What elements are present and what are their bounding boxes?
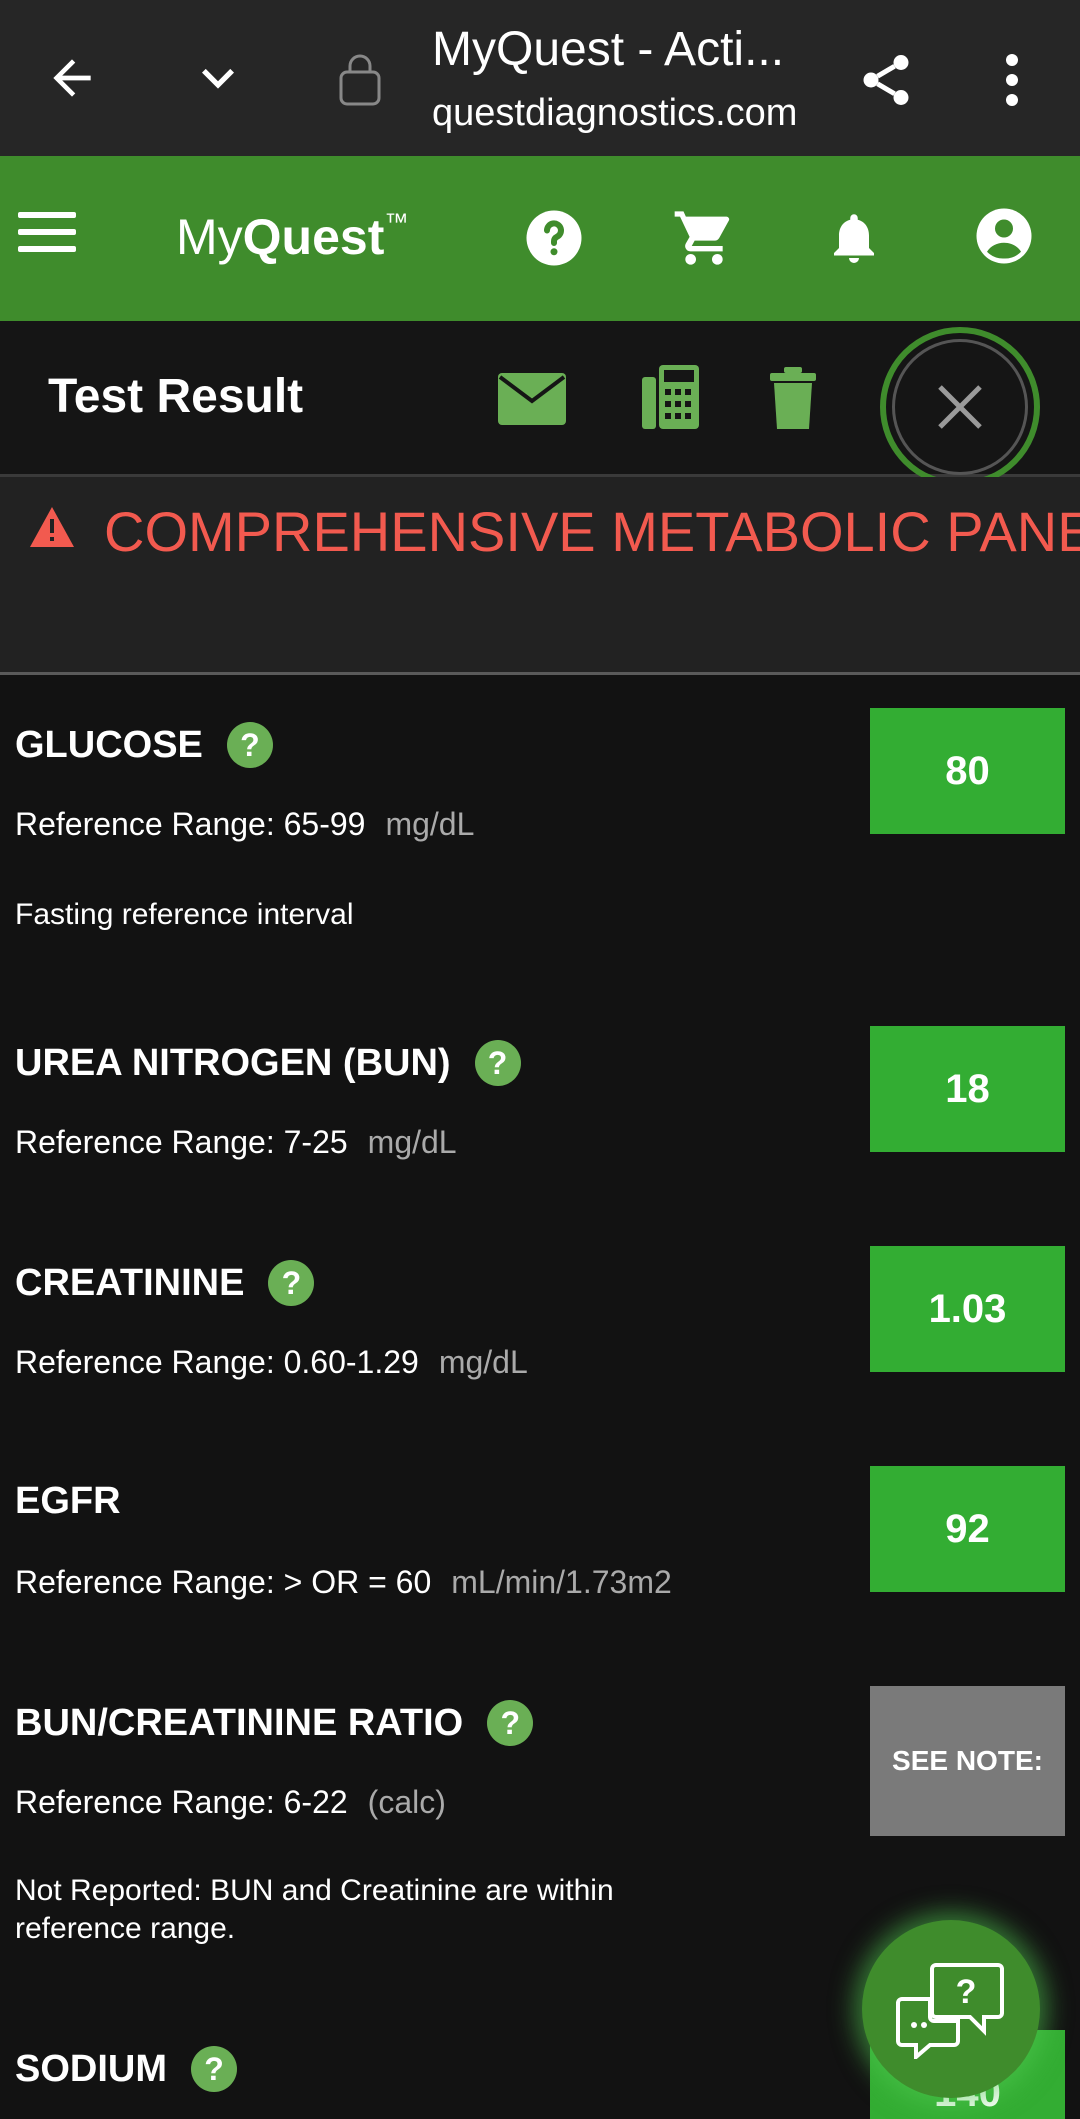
- close-button[interactable]: [880, 327, 1040, 487]
- test-name-text: CREATININE: [15, 1261, 245, 1304]
- reference-range: Reference Range: > OR = 60 mL/min/1.73m2: [15, 1564, 672, 1601]
- unit: mL/min/1.73m2: [451, 1564, 672, 1600]
- test-name-text: EGFR: [15, 1480, 121, 1522]
- test-name: CREATININE ?: [15, 1260, 315, 1306]
- trash-icon[interactable]: [770, 367, 816, 431]
- unit: (calc): [367, 1784, 446, 1820]
- test-name-text: GLUCOSE: [15, 723, 203, 766]
- result-note: Fasting reference interval: [15, 898, 354, 931]
- help-icon[interactable]: ?: [191, 2046, 237, 2092]
- reference-range: Reference Range: 65-99 mg/dL: [15, 806, 474, 843]
- account-icon[interactable]: [974, 206, 1034, 266]
- test-name: SODIUM ?: [15, 2046, 237, 2092]
- logo-trademark: ™: [384, 209, 409, 237]
- result-row-glucose: GLUCOSE ? Reference Range: 65-99 mg/dL Fa…: [0, 678, 1080, 978]
- back-arrow-icon[interactable]: [30, 30, 114, 126]
- svg-text:?: ?: [956, 1973, 977, 2011]
- warning-icon: [28, 505, 76, 554]
- browser-tab-title: MyQuest - Acti...: [432, 23, 785, 76]
- logo-my: My: [176, 209, 243, 265]
- test-name-text: UREA NITROGEN (BUN): [15, 1041, 451, 1084]
- unit: mg/dL: [367, 1124, 457, 1160]
- reference-range-text: Reference Range: 65-99: [15, 806, 366, 842]
- result-value: 1.03: [870, 1246, 1065, 1372]
- help-icon[interactable]: [524, 208, 584, 268]
- myquest-logo[interactable]: MyQuest™: [176, 208, 408, 266]
- help-icon[interactable]: ?: [474, 1040, 521, 1086]
- result-row-creatinine: CREATININE ? Reference Range: 0.60-1.29 m…: [0, 1216, 1080, 1426]
- result-value: 92: [870, 1466, 1065, 1592]
- reference-range-text: Reference Range: > OR = 60: [15, 1564, 432, 1600]
- chevron-down-icon[interactable]: [176, 30, 260, 126]
- logo-quest: Quest: [242, 209, 385, 265]
- unit: mg/dL: [385, 806, 475, 842]
- test-name: UREA NITROGEN (BUN) ?: [15, 1040, 521, 1086]
- browser-url[interactable]: questdiagnostics.com: [432, 92, 832, 135]
- chat-help-button[interactable]: ?: [862, 1920, 1040, 2098]
- cart-icon[interactable]: [672, 206, 736, 270]
- test-name-text: SODIUM: [15, 2047, 167, 2090]
- test-name: GLUCOSE ?: [15, 722, 273, 768]
- result-value: SEE NOTE:: [870, 1686, 1065, 1836]
- lock-icon[interactable]: [330, 50, 390, 110]
- result-row-egfr: EGFR Reference Range: > OR = 60 mL/min/1.…: [0, 1436, 1080, 1646]
- reference-range: Reference Range: 7-25 mg/dL: [15, 1124, 457, 1161]
- reference-range-text: Reference Range: 6-22: [15, 1784, 348, 1820]
- reference-range-text: Reference Range: 7-25: [15, 1124, 348, 1160]
- reference-range: Reference Range: 0.60-1.29 mg/dL: [15, 1344, 528, 1381]
- help-icon[interactable]: ?: [268, 1260, 315, 1306]
- test-name-text: BUN/CREATININE RATIO: [15, 1701, 464, 1744]
- fax-icon[interactable]: [642, 365, 700, 431]
- close-icon: [892, 339, 1028, 475]
- help-icon[interactable]: ?: [487, 1700, 534, 1746]
- panel-banner: COMPREHENSIVE METABOLIC PANEL: [0, 477, 1080, 675]
- browser-toolbar: MyQuest - Acti... questdiagnostics.com: [0, 0, 1080, 156]
- test-name: BUN/CREATININE RATIO ?: [15, 1700, 534, 1746]
- result-value: 80: [870, 708, 1065, 834]
- page: MyQuest - Acti... questdiagnostics.com M…: [0, 0, 1080, 2119]
- unit: mg/dL: [438, 1344, 528, 1380]
- result-toolbar: Test Result: [0, 321, 1080, 487]
- result-row-bun: UREA NITROGEN (BUN) ? Reference Range: 7…: [0, 996, 1080, 1206]
- share-icon[interactable]: [846, 40, 926, 120]
- panel-title: COMPREHENSIVE METABOLIC PANEL: [104, 500, 1080, 563]
- chat-question-icon: ?: [896, 1963, 1004, 2059]
- mail-icon[interactable]: [496, 371, 568, 427]
- menu-icon[interactable]: [18, 208, 80, 264]
- reference-range: Reference Range: 6-22 (calc): [15, 1784, 446, 1821]
- page-title: Test Result: [48, 370, 304, 423]
- reference-range-text: Reference Range: 0.60-1.29: [15, 1344, 419, 1380]
- help-icon[interactable]: ?: [226, 722, 273, 768]
- more-vert-icon[interactable]: [972, 40, 1052, 120]
- result-note: Not Reported: BUN and Creatinine are wit…: [15, 1874, 614, 1945]
- test-name: EGFR: [15, 1480, 121, 1523]
- result-value: 18: [870, 1026, 1065, 1152]
- bell-icon[interactable]: [824, 206, 884, 270]
- app-header: MyQuest™: [0, 156, 1080, 321]
